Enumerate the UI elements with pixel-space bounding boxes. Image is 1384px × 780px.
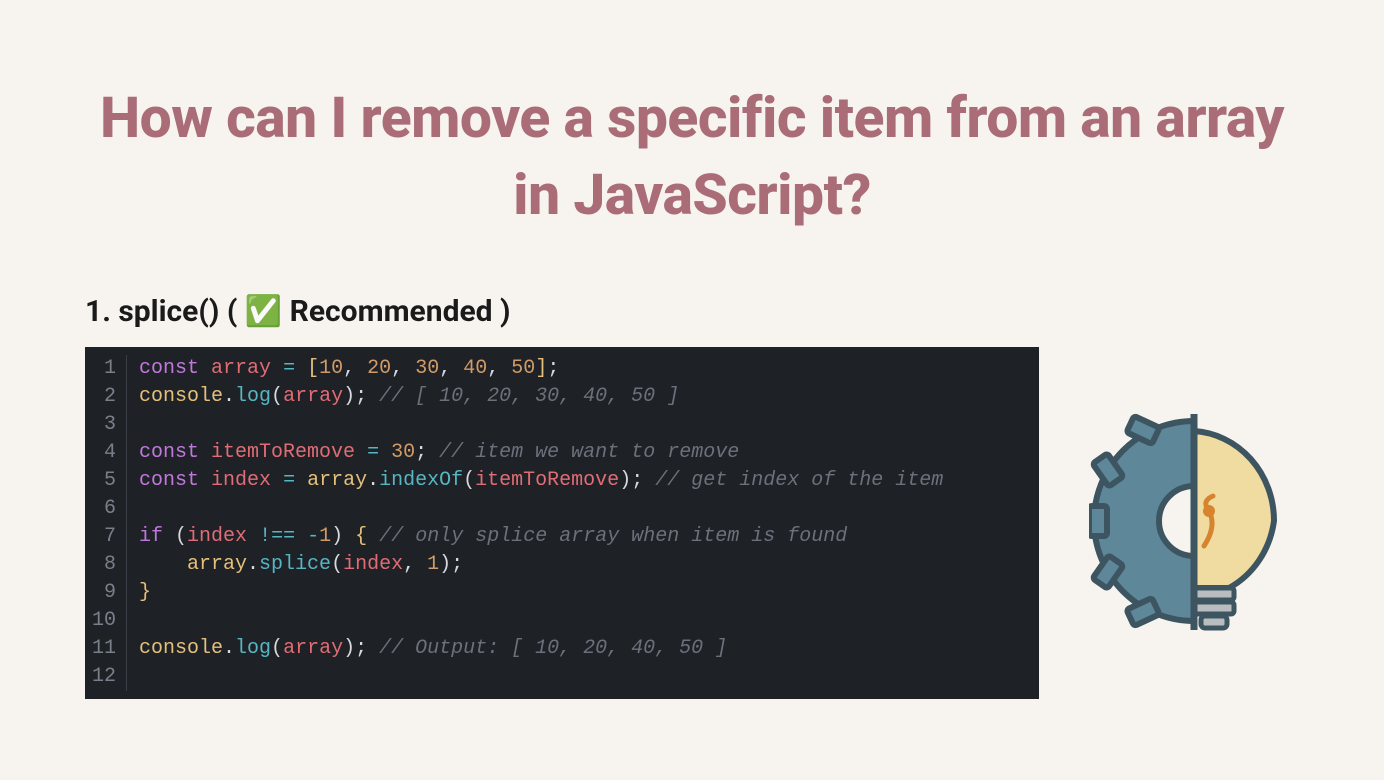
- page-title: How can I remove a specific item from an…: [85, 80, 1299, 234]
- code-line: 8 array.splice(index, 1);: [85, 551, 1039, 579]
- content-row: 1const array = [10, 20, 30, 40, 50];2con…: [85, 347, 1299, 699]
- code-line: 9}: [85, 579, 1039, 607]
- code-line: 3: [85, 411, 1039, 439]
- code-content: const itemToRemove = 30; // item we want…: [127, 439, 739, 467]
- code-line: 5const index = array.indexOf(itemToRemov…: [85, 467, 1039, 495]
- line-number: 5: [85, 467, 127, 495]
- page-container: How can I remove a specific item from an…: [0, 0, 1384, 699]
- line-number: 8: [85, 551, 127, 579]
- code-line: 11console.log(array); // Output: [ 10, 2…: [85, 635, 1039, 663]
- code-line: 7if (index !== -1) { // only splice arra…: [85, 523, 1039, 551]
- code-line: 10: [85, 607, 1039, 635]
- line-number: 9: [85, 579, 127, 607]
- code-content: [127, 663, 151, 691]
- line-number: 7: [85, 523, 127, 551]
- line-number: 2: [85, 383, 127, 411]
- line-number: 11: [85, 635, 127, 663]
- code-content: const array = [10, 20, 30, 40, 50];: [127, 355, 559, 383]
- code-content: console.log(array); // Output: [ 10, 20,…: [127, 635, 727, 663]
- line-number: 12: [85, 663, 127, 691]
- code-line: 1const array = [10, 20, 30, 40, 50];: [85, 355, 1039, 383]
- code-line: 6: [85, 495, 1039, 523]
- code-content: [127, 411, 151, 439]
- section-heading: 1. splice() ( ✅ Recommended ): [85, 294, 1299, 329]
- code-content: array.splice(index, 1);: [127, 551, 463, 579]
- code-content: console.log(array); // [ 10, 20, 30, 40,…: [127, 383, 679, 411]
- code-content: [127, 607, 151, 635]
- code-content: if (index !== -1) { // only splice array…: [127, 523, 847, 551]
- code-line: 4const itemToRemove = 30; // item we wan…: [85, 439, 1039, 467]
- line-number: 3: [85, 411, 127, 439]
- code-line: 2console.log(array); // [ 10, 20, 30, 40…: [85, 383, 1039, 411]
- line-number: 6: [85, 495, 127, 523]
- code-content: [127, 495, 151, 523]
- code-content: const index = array.indexOf(itemToRemove…: [127, 467, 943, 495]
- gear-bulb-icon: [1089, 406, 1299, 640]
- line-number: 1: [85, 355, 127, 383]
- line-number: 4: [85, 439, 127, 467]
- code-content: }: [127, 579, 151, 607]
- line-number: 10: [85, 607, 127, 635]
- code-block: 1const array = [10, 20, 30, 40, 50];2con…: [85, 347, 1039, 699]
- code-line: 12: [85, 663, 1039, 691]
